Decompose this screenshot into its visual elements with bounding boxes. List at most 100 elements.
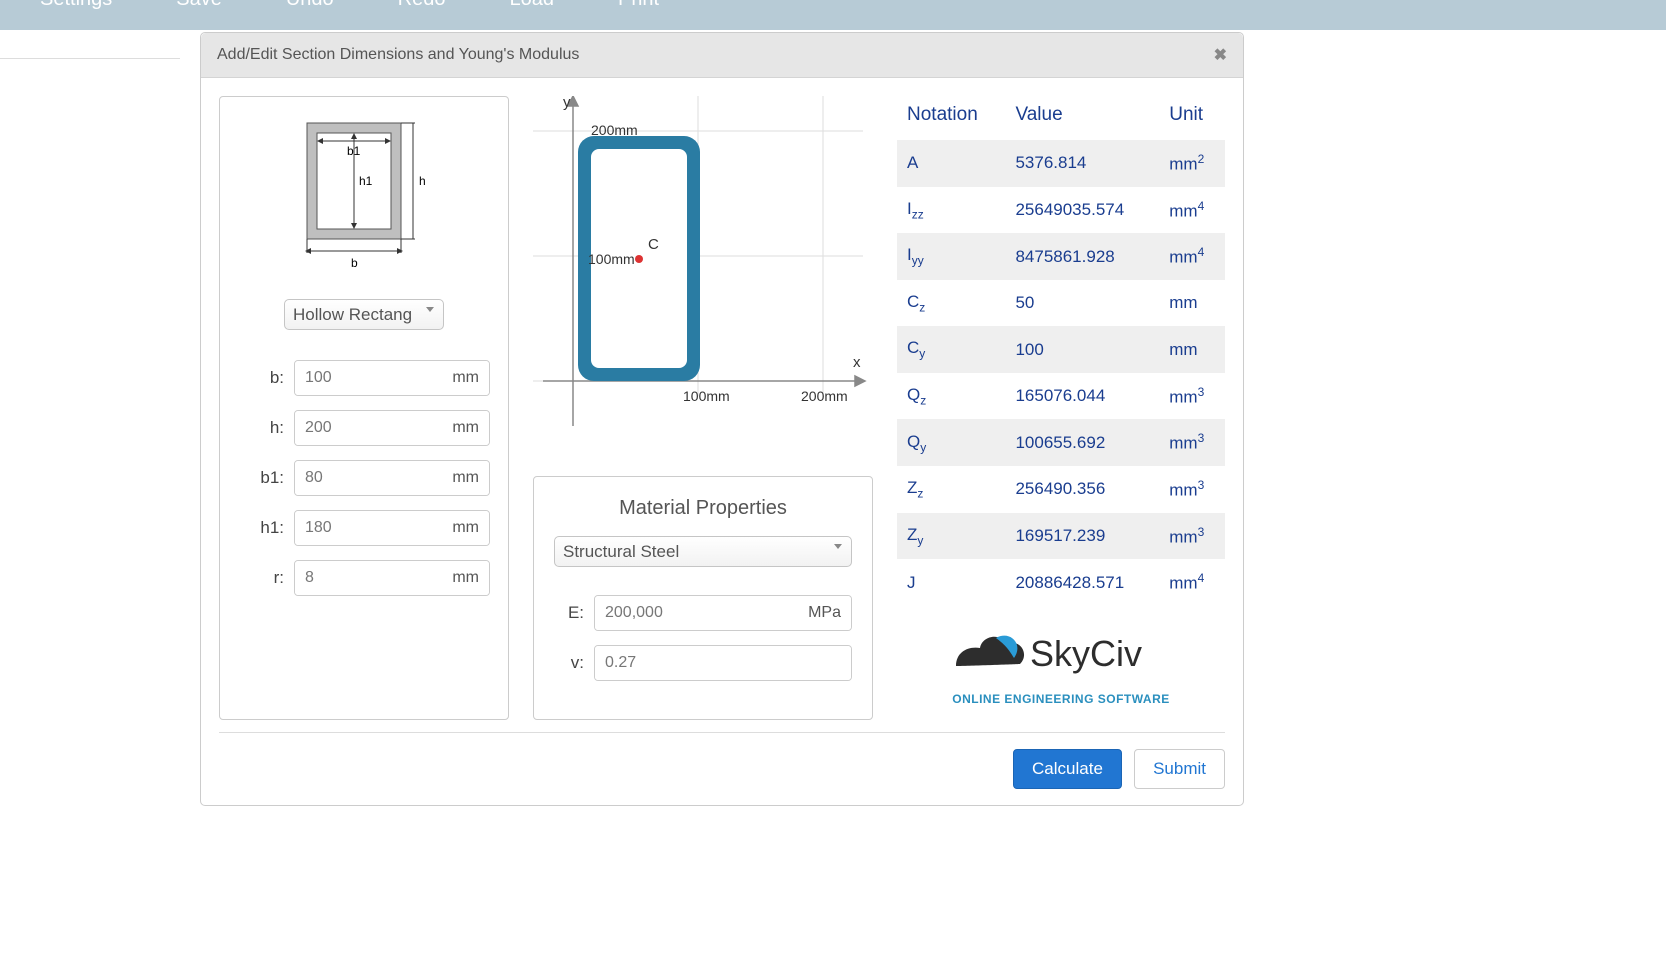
menu-undo[interactable]: Undo (286, 0, 334, 11)
cell-notation: Zy (897, 513, 1005, 560)
cell-value: 5376.814 (1005, 140, 1159, 187)
unit-label: mm (442, 461, 489, 495)
divider (0, 58, 180, 59)
menu-redo[interactable]: Redo (398, 0, 446, 11)
cell-unit: mm3 (1159, 513, 1225, 560)
cell-value: 169517.239 (1005, 513, 1159, 560)
cell-notation: Izz (897, 187, 1005, 234)
cell-unit: mm (1159, 280, 1225, 326)
svg-text:SkyCiv: SkyCiv (1030, 633, 1142, 674)
input-label-b: b: (238, 368, 294, 388)
dialog-titlebar: Add/Edit Section Dimensions and Young's … (201, 33, 1243, 78)
cell-notation: J (897, 559, 1005, 606)
material-input-1[interactable] (595, 646, 831, 680)
table-row: Cy100mm (897, 326, 1225, 372)
table-row: Iyy8475861.928mm4 (897, 233, 1225, 280)
svg-text:b1: b1 (347, 144, 361, 158)
table-row: Qy100655.692mm3 (897, 419, 1225, 466)
material-heading: Material Properties (554, 497, 852, 520)
col-value: Value (1005, 96, 1159, 140)
cell-unit: mm2 (1159, 140, 1225, 187)
material-panel: Material Properties Structural Steel E: M… (533, 476, 873, 720)
cell-value: 256490.356 (1005, 466, 1159, 513)
table-row: Zz256490.356mm3 (897, 466, 1225, 513)
input-label-b1: b1: (238, 468, 294, 488)
input-b[interactable] (295, 361, 442, 395)
cell-unit: mm4 (1159, 233, 1225, 280)
graph-x-tick-2: 200mm (801, 388, 848, 404)
input-label-h1: h1: (238, 518, 294, 538)
cell-value: 100655.692 (1005, 419, 1159, 466)
table-row: Cz50mm (897, 280, 1225, 326)
cell-notation: Iyy (897, 233, 1005, 280)
properties-table: Notation Value Unit A5376.814mm2Izz25649… (897, 96, 1225, 606)
svg-text:h1: h1 (359, 174, 373, 188)
unit-label: mm (442, 511, 489, 545)
cell-notation: Cy (897, 326, 1005, 372)
cell-unit: mm3 (1159, 466, 1225, 513)
cell-value: 20886428.571 (1005, 559, 1159, 606)
input-h[interactable] (295, 411, 442, 445)
material-label-0: E: (554, 603, 594, 623)
table-row: Zy169517.239mm3 (897, 513, 1225, 560)
brand-logo: SkyCiv ONLINE ENGINEERING SOFTWARE (897, 624, 1225, 706)
svg-text:h: h (419, 174, 426, 188)
cell-notation: Qz (897, 373, 1005, 420)
cell-unit: mm3 (1159, 373, 1225, 420)
cell-unit: mm3 (1159, 419, 1225, 466)
cell-notation: Qy (897, 419, 1005, 466)
dialog-title: Add/Edit Section Dimensions and Young's … (217, 46, 579, 64)
unit-label: mm (442, 361, 489, 395)
menu-print[interactable]: Print (618, 0, 659, 11)
table-row: A5376.814mm2 (897, 140, 1225, 187)
topbar: Settings Save Undo Redo Load Print (0, 0, 1666, 30)
cell-unit: mm4 (1159, 187, 1225, 234)
cell-notation: Zz (897, 466, 1005, 513)
unit-label: mm (442, 561, 489, 595)
input-b1[interactable] (295, 461, 442, 495)
section-diagram: h1 b1 h b (289, 115, 439, 285)
cell-unit: mm (1159, 326, 1225, 372)
submit-button[interactable]: Submit (1134, 749, 1225, 789)
material-select[interactable]: Structural Steel (554, 536, 852, 567)
cell-value: 100 (1005, 326, 1159, 372)
material-label-1: v: (554, 653, 594, 673)
cell-value: 50 (1005, 280, 1159, 326)
cell-notation: A (897, 140, 1005, 187)
centroid-label: C (648, 236, 659, 253)
table-row: Izz25649035.574mm4 (897, 187, 1225, 234)
graph-y-tick: 100mm (588, 251, 635, 267)
y-axis-label: y (563, 94, 571, 111)
svg-text:b: b (351, 256, 358, 270)
input-h1[interactable] (295, 511, 442, 545)
brand-tagline: ONLINE ENGINEERING SOFTWARE (897, 692, 1225, 706)
x-axis-label: x (853, 354, 861, 371)
cell-value: 165076.044 (1005, 373, 1159, 420)
graph-top-label: 200mm (591, 122, 638, 138)
cell-unit: mm4 (1159, 559, 1225, 606)
cell-value: 8475861.928 (1005, 233, 1159, 280)
section-graph: y x 200mm C 100mm 100mm 200mm (533, 96, 873, 436)
menu-load[interactable]: Load (509, 0, 554, 11)
section-dialog: Add/Edit Section Dimensions and Young's … (200, 32, 1244, 806)
table-row: J20886428.571mm4 (897, 559, 1225, 606)
cell-value: 25649035.574 (1005, 187, 1159, 234)
unit-label (831, 646, 851, 680)
unit-label: MPa (798, 596, 851, 630)
graph-x-tick-1: 100mm (683, 388, 730, 404)
menu-save[interactable]: Save (176, 0, 222, 11)
input-label-r: r: (238, 568, 294, 588)
input-r[interactable] (295, 561, 442, 595)
section-inputs-panel: h1 b1 h b Hollow Rectang (219, 96, 509, 720)
cell-notation: Cz (897, 280, 1005, 326)
close-icon[interactable]: ✖ (1214, 45, 1227, 65)
menu-settings[interactable]: Settings (40, 0, 112, 11)
shape-select[interactable]: Hollow Rectang (284, 299, 444, 330)
material-input-0[interactable] (595, 596, 798, 630)
input-label-h: h: (238, 418, 294, 438)
calculate-button[interactable]: Calculate (1013, 749, 1122, 789)
unit-label: mm (442, 411, 489, 445)
col-notation: Notation (897, 96, 1005, 140)
table-row: Qz165076.044mm3 (897, 373, 1225, 420)
col-unit: Unit (1159, 96, 1225, 140)
